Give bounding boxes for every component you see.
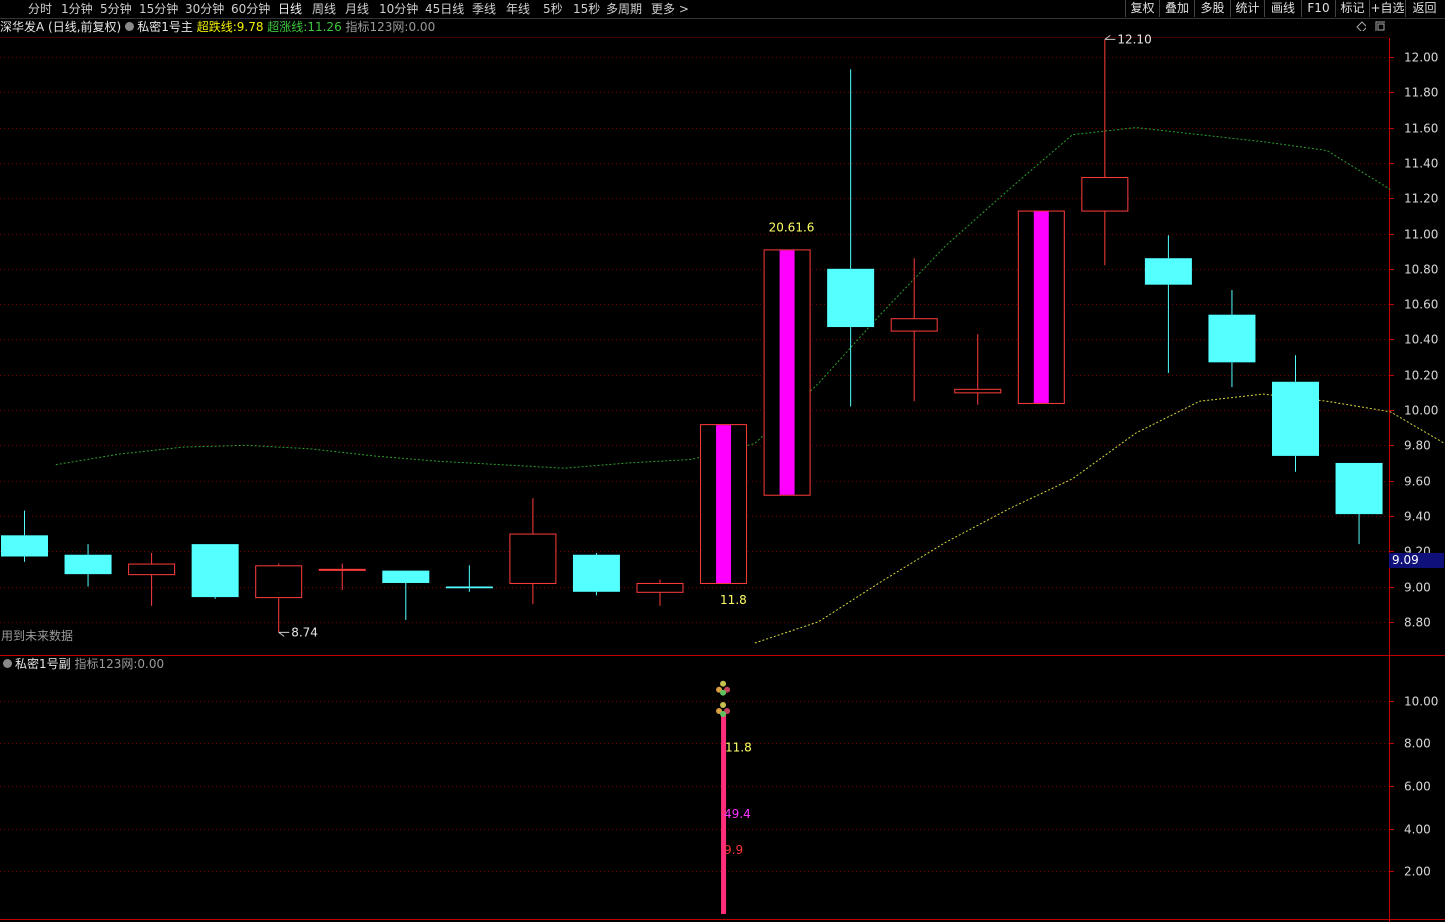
window-icon[interactable] bbox=[1375, 21, 1385, 31]
kline-chart[interactable]: 12.00 11.80 11.60 11.40 11.20 11.00 10.80 10.60… bbox=[0, 0, 1445, 922]
y-tick-label: 9.60 bbox=[1404, 475, 1431, 489]
current-price-tag: 9.09 bbox=[1389, 553, 1444, 568]
signal-dot bbox=[720, 711, 727, 718]
y-tick-label: 11.20 bbox=[1404, 192, 1438, 206]
y-tick-label: 11.00 bbox=[1404, 228, 1438, 242]
y-tick-label: 10.60 bbox=[1404, 298, 1438, 312]
candle-body bbox=[1272, 381, 1319, 456]
sub-y-tick-label: 8.00 bbox=[1404, 737, 1431, 751]
sub-label-2: 49.4 bbox=[724, 807, 751, 821]
candle-body bbox=[445, 586, 493, 589]
y-tick-label: 8.80 bbox=[1404, 616, 1431, 630]
candle-body bbox=[636, 582, 684, 593]
candle-body bbox=[1335, 462, 1383, 515]
candle-body bbox=[890, 318, 938, 332]
candle-body bbox=[572, 554, 620, 592]
sub-y-tick-label: 2.00 bbox=[1404, 865, 1431, 879]
y-tick-label: 9.40 bbox=[1404, 510, 1431, 524]
low-marker-arrow bbox=[278, 631, 290, 637]
y-tick-label: 10.00 bbox=[1404, 404, 1438, 418]
diamond-icon[interactable] bbox=[1356, 21, 1366, 31]
candle-body bbox=[255, 565, 303, 599]
candle-body bbox=[1, 535, 48, 557]
y-tick-label: 10.40 bbox=[1404, 333, 1438, 347]
candle-magenta-bar bbox=[779, 250, 795, 495]
y-tick-label: 10.80 bbox=[1404, 263, 1438, 277]
y-tick-label: 10.20 bbox=[1404, 369, 1438, 383]
signal-label-top: 20.61.6 bbox=[769, 221, 815, 235]
candle-body bbox=[1144, 258, 1192, 285]
sub-y-tick-label: 6.00 bbox=[1404, 780, 1431, 794]
y-tick-label: 11.40 bbox=[1404, 157, 1438, 171]
candle-body bbox=[318, 568, 366, 571]
signal-dot bbox=[720, 689, 727, 696]
y-tick-label: 9.80 bbox=[1404, 439, 1431, 453]
y-tick-label: 11.80 bbox=[1404, 86, 1438, 100]
signal-dot bbox=[720, 702, 727, 709]
candle-body bbox=[509, 533, 557, 584]
candle-body bbox=[827, 268, 875, 328]
high-price-label: 12.10 bbox=[1117, 32, 1151, 46]
y-tick-label: 12.00 bbox=[1404, 51, 1438, 65]
sub-label-3: 9.9 bbox=[724, 843, 743, 857]
y-tick-label: 11.60 bbox=[1404, 122, 1438, 136]
candle-body bbox=[1208, 314, 1256, 363]
y-tick-label: 9.00 bbox=[1404, 581, 1431, 595]
sub-y-tick-label: 10.00 bbox=[1404, 695, 1438, 709]
sub-label-1: 11.8 bbox=[725, 741, 752, 755]
sub-y-tick-label: 4.00 bbox=[1404, 823, 1431, 837]
candle-body bbox=[191, 544, 239, 598]
super-fall-line bbox=[754, 393, 1445, 644]
candle-body bbox=[954, 388, 1002, 394]
signal-label-bottom: 11.8 bbox=[720, 593, 747, 607]
candle-body bbox=[64, 554, 112, 575]
candle-magenta-bar bbox=[716, 425, 732, 583]
candle-magenta-bar bbox=[1033, 211, 1049, 403]
super-rise-line bbox=[55, 127, 1391, 469]
low-price-label: 8.74 bbox=[291, 625, 318, 639]
candle-body bbox=[128, 563, 176, 576]
signal-dot bbox=[720, 680, 727, 687]
candle-body bbox=[382, 570, 430, 583]
candle-body bbox=[1081, 177, 1129, 212]
